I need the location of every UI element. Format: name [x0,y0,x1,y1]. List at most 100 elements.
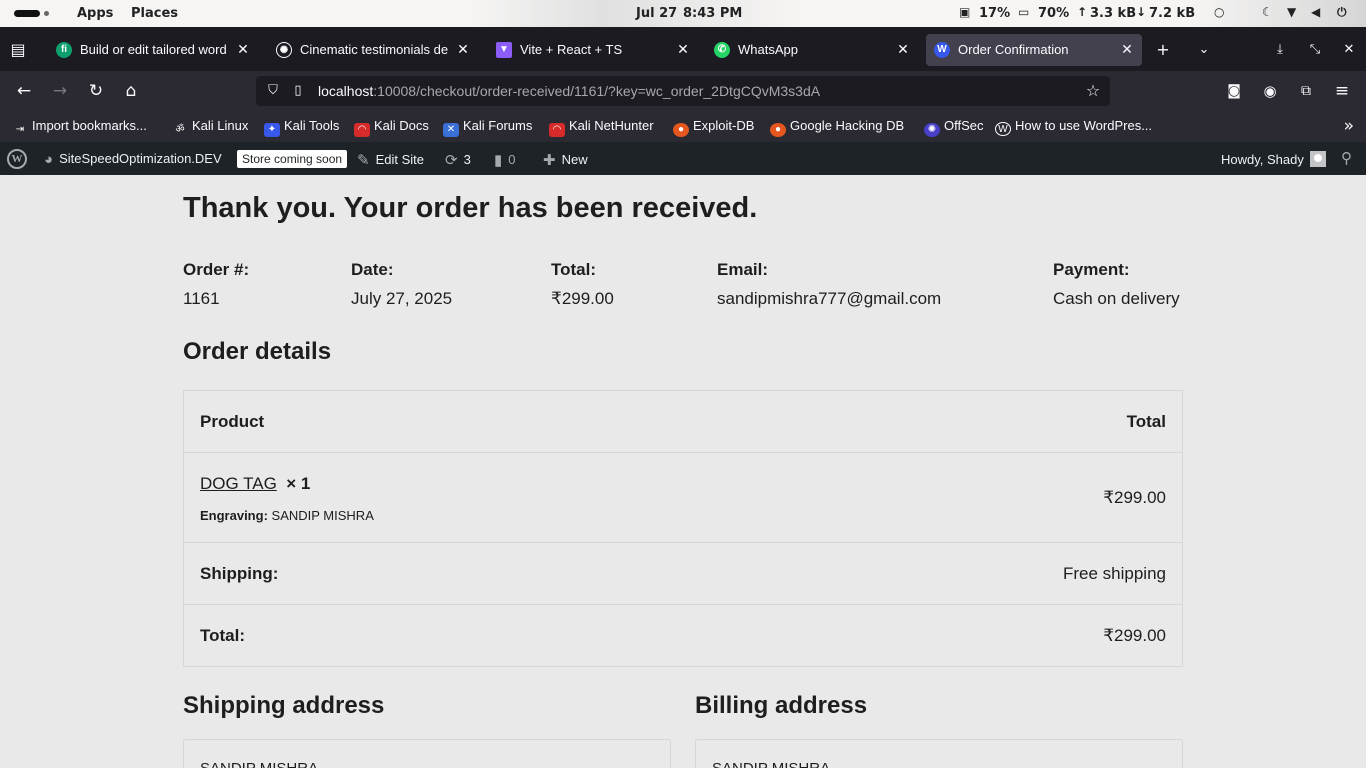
power-icon[interactable]: ⏻ [1337,5,1347,20]
date-label[interactable]: Jul 27 [636,6,677,21]
edit-site-link[interactable]: ✎ Edit Site [357,151,424,169]
whatsapp-favicon-icon: ✆ [714,42,730,58]
tab-cinematic-testimonials[interactable]: ✺ Cinematic testimonials de ✕ [268,34,478,66]
extensions-icon[interactable]: ⧉ [1294,79,1318,103]
url-text[interactable]: localhost:10008/checkout/order-received/… [318,83,820,99]
bookmark-offsec[interactable]: ✺ OffSec [924,118,984,137]
plus-icon: ✚ [543,152,556,169]
bookmark-exploit-db[interactable]: ● Exploit-DB [673,118,754,137]
workspace-indicator-active[interactable] [14,10,40,17]
bookmark-kali-forums[interactable]: ✕ Kali Forums [443,118,532,137]
volume-icon[interactable]: ◀ [1311,5,1320,19]
product-link[interactable]: DOG TAG [200,474,277,493]
updates-link[interactable]: ⟳ 3 [445,151,471,169]
url-host: localhost [318,83,374,99]
comments-link[interactable]: ▮ 0 [494,151,516,169]
tab-title: Order Confirmation [958,42,1069,57]
order-details-table: Product Total DOG TAG × 1 Engraving: SAN… [183,390,1183,667]
restore-window-icon[interactable]: ⤡ [1303,38,1327,62]
comment-bubble-icon: ▮ [494,152,503,169]
overview-value: July 27, 2025 [351,289,453,308]
fi-favicon-icon: fi [56,42,72,58]
column-header-total: Total [1126,412,1166,431]
new-tab-icon[interactable]: + [1151,38,1175,62]
table-header-row: Product Total [184,391,1182,453]
new-content-link[interactable]: ✚ New [543,151,588,169]
bookmark-kali-tools[interactable]: ✦ Kali Tools [264,118,339,137]
bookmark-kali-docs[interactable]: ◠ Kali Docs [354,118,429,137]
download-arrow-icon: ↓ [1136,5,1147,19]
downloads-icon[interactable]: ⤓ [1268,38,1292,62]
overview-date: Date: July 27, 2025 [351,260,452,309]
overview-value: 1161 [183,289,220,308]
wifi-icon[interactable]: ▼ [1287,5,1296,19]
close-window-icon[interactable]: ✕ [1337,38,1361,62]
workspace-indicator-inactive[interactable] [44,11,49,16]
bookmarks-toolbar: ⇥ Import bookmarks... ॐ Kali Linux ✦ Kali T… [0,111,1366,142]
close-tab-icon[interactable]: ✕ [894,40,912,58]
tab-title: Vite + React + TS [520,42,623,57]
updates-icon: ⟳ [445,152,458,169]
table-row: Total: ₹299.00 [184,605,1182,666]
bookmark-google-hacking-db[interactable]: ● Google Hacking DB [770,118,904,137]
bookmark-label: Kali NetHunter [569,118,654,133]
tab-vite-react-ts[interactable]: ▼ Vite + React + TS ✕ [488,34,698,66]
product-total: ₹299.00 [1103,488,1166,507]
engraving-meta: Engraving: SANDIP MISHRA [200,508,374,523]
engraving-value: SANDIP MISHRA [271,508,374,523]
bookmark-wordpress-howto[interactable]: W How to use WordPres... [995,118,1152,136]
site-name-link[interactable]: ◕ SiteSpeedOptimization.DEV [44,151,222,168]
system-top-bar: Apps Places Jul 27 8:43 PM ▣ 17% ▭ 70% ↑… [0,0,1366,27]
close-tab-icon[interactable]: ✕ [674,40,692,58]
night-light-icon[interactable]: ☾ [1262,5,1273,19]
exploitdb-icon: ● [673,123,689,137]
back-arrow-icon[interactable]: ← [12,79,36,103]
cpu-usage: 17% [979,6,1011,21]
order-details-heading: Order details [183,338,332,365]
tab-build-or-edit[interactable]: fi Build or edit tailored word ✕ [48,34,258,66]
bookmark-star-icon[interactable]: ☆ [1084,81,1102,101]
record-indicator-icon[interactable]: ○ [1214,5,1224,19]
reload-icon[interactable]: ↻ [84,79,108,103]
close-tab-icon[interactable]: ✕ [234,40,252,58]
list-all-tabs-icon[interactable]: ⌄ [1192,38,1216,62]
url-bar[interactable]: ⛉ ▯ localhost:10008/checkout/order-recei… [256,76,1110,106]
my-account-link[interactable]: Howdy, Shady [1221,151,1326,167]
more-bookmarks-chevron-icon[interactable]: » [1344,116,1354,136]
close-tab-icon[interactable]: ✕ [1118,40,1136,58]
bookmark-kali-nethunter[interactable]: ◠ Kali NetHunter [549,118,654,137]
shipping-address-heading: Shipping address [183,692,385,719]
home-icon[interactable]: ⌂ [119,79,143,103]
store-coming-soon-badge[interactable]: Store coming soon [237,150,348,168]
bookmark-label: How to use WordPres... [1015,118,1153,133]
bookmark-import[interactable]: ⇥ Import bookmarks... [12,118,147,137]
hamburger-menu-icon[interactable]: ≡ [1330,79,1354,103]
overview-email: Email: sandipmishra777@gmail.com [717,260,941,309]
close-tab-icon[interactable]: ✕ [454,40,472,58]
bookmark-kali-linux[interactable]: ॐ Kali Linux [172,118,248,137]
search-icon[interactable]: ⚲ [1341,149,1352,167]
pocket-icon[interactable]: ◙ [1222,79,1246,103]
bookmark-label: OffSec [944,118,984,133]
apps-menu[interactable]: Apps [77,6,113,21]
forward-arrow-icon[interactable]: → [48,79,72,103]
tab-whatsapp[interactable]: ✆ WhatsApp ✕ [706,34,918,66]
account-icon[interactable]: ◉ [1258,79,1282,103]
tab-order-confirmation[interactable]: W Order Confirmation ✕ [926,34,1142,66]
memory-usage: 70% [1038,6,1070,21]
billing-address-box: SANDIP MISHRA [695,739,1183,768]
bookmark-label: Import bookmarks... [32,118,147,133]
tab-title: WhatsApp [738,42,798,57]
offsec-icon: ✺ [924,123,940,137]
openai-favicon-icon: ✺ [276,42,292,58]
firefox-view-icon[interactable]: ▤ [6,38,30,62]
tracking-protection-shield-icon[interactable]: ⛉ [264,82,282,100]
vite-favicon-icon: ▼ [496,42,512,58]
clock[interactable]: 8:43 PM [683,6,742,21]
page-info-icon[interactable]: ▯ [290,82,306,100]
kali-forums-icon: ✕ [443,123,459,137]
wordpress-logo-icon[interactable]: W [7,149,27,169]
places-menu[interactable]: Places [131,6,178,21]
wordpress-icon: W [995,122,1011,136]
overview-payment: Payment: Cash on delivery [1053,260,1180,309]
